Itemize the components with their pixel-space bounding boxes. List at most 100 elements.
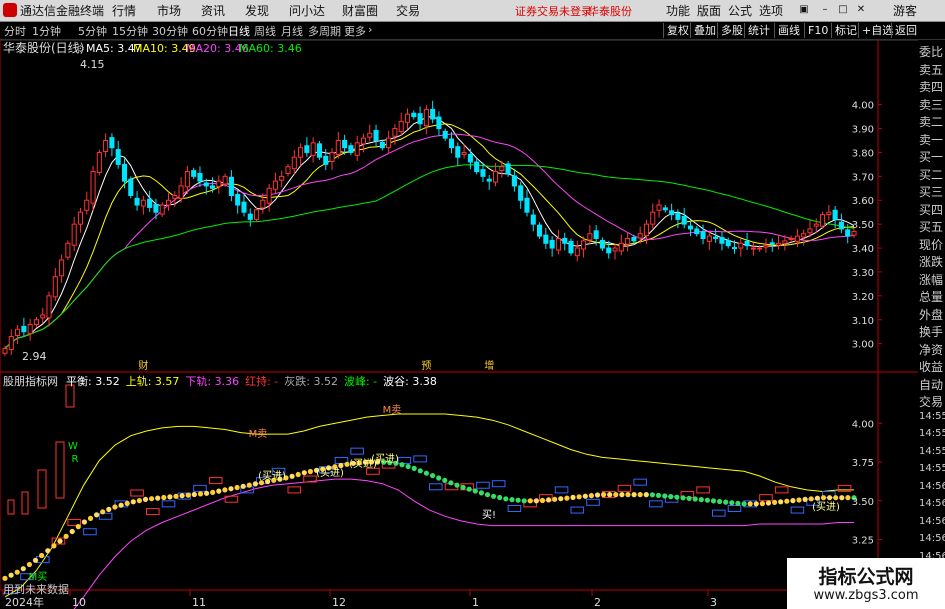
menu-layout[interactable]: 版面 (697, 2, 721, 19)
candle-body (838, 221, 844, 230)
f10-button[interactable]: F10 (804, 23, 831, 38)
signal-bar (476, 481, 490, 489)
watermark-title: 指标公式网 (818, 566, 914, 588)
signal-annotation: (买进) (371, 453, 399, 465)
restore-icon[interactable]: ▣ (797, 3, 811, 16)
back-button[interactable]: 返回 (891, 23, 920, 38)
side-panel-item[interactable]: 交易 (919, 393, 945, 410)
balance-dot (2, 575, 8, 581)
signal-bar (633, 478, 647, 486)
signal-bar (586, 498, 600, 506)
event-marker[interactable]: 财 (138, 359, 148, 372)
maximize-icon[interactable]: □ (836, 3, 850, 16)
candle (335, 131, 341, 159)
kline-chart-area[interactable]: 3.00 3.10 3.20 3.30 3.40 3.50 3.60 3.70 3.80 3.90… (0, 40, 918, 609)
candle-body (348, 145, 354, 153)
balance-dot (106, 506, 112, 512)
draw-line-button[interactable]: 画线 (774, 23, 803, 38)
side-panel-item: 卖二 (919, 115, 944, 129)
signal-bar (161, 500, 176, 508)
candle-body (788, 237, 794, 240)
early-signal-bar (7, 499, 15, 515)
balance-dot (45, 548, 51, 554)
balance-dot (81, 519, 87, 525)
menu-markets[interactable]: 市场 (157, 2, 181, 19)
side-panel-item[interactable]: 自动 (919, 376, 945, 393)
period-30min[interactable]: 30分钟 (152, 23, 188, 39)
menu-formula[interactable]: 公式 (728, 2, 752, 19)
signal-annotation: (买进) (812, 501, 840, 513)
menu-xiaoda[interactable]: 问小达 (289, 2, 325, 19)
candle (530, 209, 536, 232)
chevron-right-icon[interactable]: › (368, 23, 372, 36)
period-multi[interactable]: 多周期 (308, 23, 341, 39)
period-weekly[interactable]: 周线 (254, 23, 276, 39)
balance-dot (112, 504, 118, 510)
side-panel-item: 总量 (919, 290, 944, 304)
candle (386, 130, 392, 154)
balance-dot (124, 500, 130, 506)
candle-body (84, 199, 90, 211)
period-daily[interactable]: 日线 (228, 23, 250, 39)
menu-trade[interactable]: 交易 (396, 2, 420, 19)
event-marker[interactable]: 增 (484, 359, 494, 372)
period-monthly[interactable]: 月线 (281, 23, 303, 39)
balance-dot (772, 499, 778, 505)
candle (455, 142, 461, 166)
multi-stock-button[interactable]: 多股 (717, 23, 746, 38)
period-60min[interactable]: 60分钟 (192, 23, 228, 39)
balance-dot (509, 497, 515, 503)
balance-dot (234, 484, 240, 491)
indicator-tick-label: 3.25 (852, 536, 874, 547)
close-icon[interactable]: ✕ (854, 3, 868, 16)
menu-discover[interactable]: 发现 (245, 2, 269, 19)
settings-icon[interactable]: ⚙ (76, 44, 85, 55)
menu-news[interactable]: 资讯 (201, 2, 225, 19)
balance-dot (448, 480, 454, 486)
candle-body (8, 335, 14, 350)
period-1min[interactable]: 1分钟 (32, 23, 61, 39)
menu-wealth[interactable]: 财富圈 (342, 2, 378, 19)
candle-body (675, 213, 681, 220)
guest-user[interactable]: 游客 (893, 2, 917, 19)
mark-button[interactable]: 标记 (831, 23, 860, 38)
candle (159, 202, 165, 217)
candle-body (52, 276, 58, 298)
balance-dot (833, 495, 839, 501)
candle (656, 199, 662, 218)
candle (216, 175, 222, 194)
balance-dot (136, 498, 142, 504)
candle-body (631, 237, 637, 242)
candle-body (801, 233, 807, 238)
date-label: 12 (332, 596, 346, 609)
minimize-icon[interactable]: – (818, 3, 832, 16)
menu-function[interactable]: 功能 (666, 2, 690, 19)
balance-dot (454, 482, 460, 488)
candle (562, 232, 568, 251)
menu-market[interactable]: 行情 (112, 2, 136, 19)
menu-bar: 通达信金融终端 行情 市场 资讯 发现 问小达 财富圈 交易 证券交易未登录 华… (0, 0, 945, 22)
period-more[interactable]: 更多 (344, 23, 366, 39)
signal-annotation: M买 (29, 571, 48, 583)
menu-options[interactable]: 选项 (759, 2, 783, 19)
adjust-button[interactable]: 复权 (663, 23, 692, 38)
event-marker[interactable]: 预 (421, 360, 431, 372)
balance-dot (155, 495, 161, 501)
candle-body (216, 180, 222, 187)
statistics-button[interactable]: 统计 (744, 23, 773, 38)
candle (838, 213, 844, 234)
candle-body (254, 209, 260, 220)
period-15min[interactable]: 15分钟 (112, 23, 148, 39)
candle (228, 170, 234, 202)
balance-dot (637, 492, 643, 498)
overlay-button[interactable]: 叠加 (690, 23, 719, 38)
balance-dot (246, 482, 252, 488)
candle-body (555, 237, 561, 251)
period-5min[interactable]: 5分钟 (78, 23, 107, 39)
candle (21, 317, 27, 337)
period-timeshare[interactable]: 分时 (4, 23, 26, 39)
login-warning[interactable]: 证券交易未登录 (515, 3, 592, 19)
candle (568, 238, 574, 256)
candle (15, 325, 21, 345)
candle (650, 203, 656, 229)
